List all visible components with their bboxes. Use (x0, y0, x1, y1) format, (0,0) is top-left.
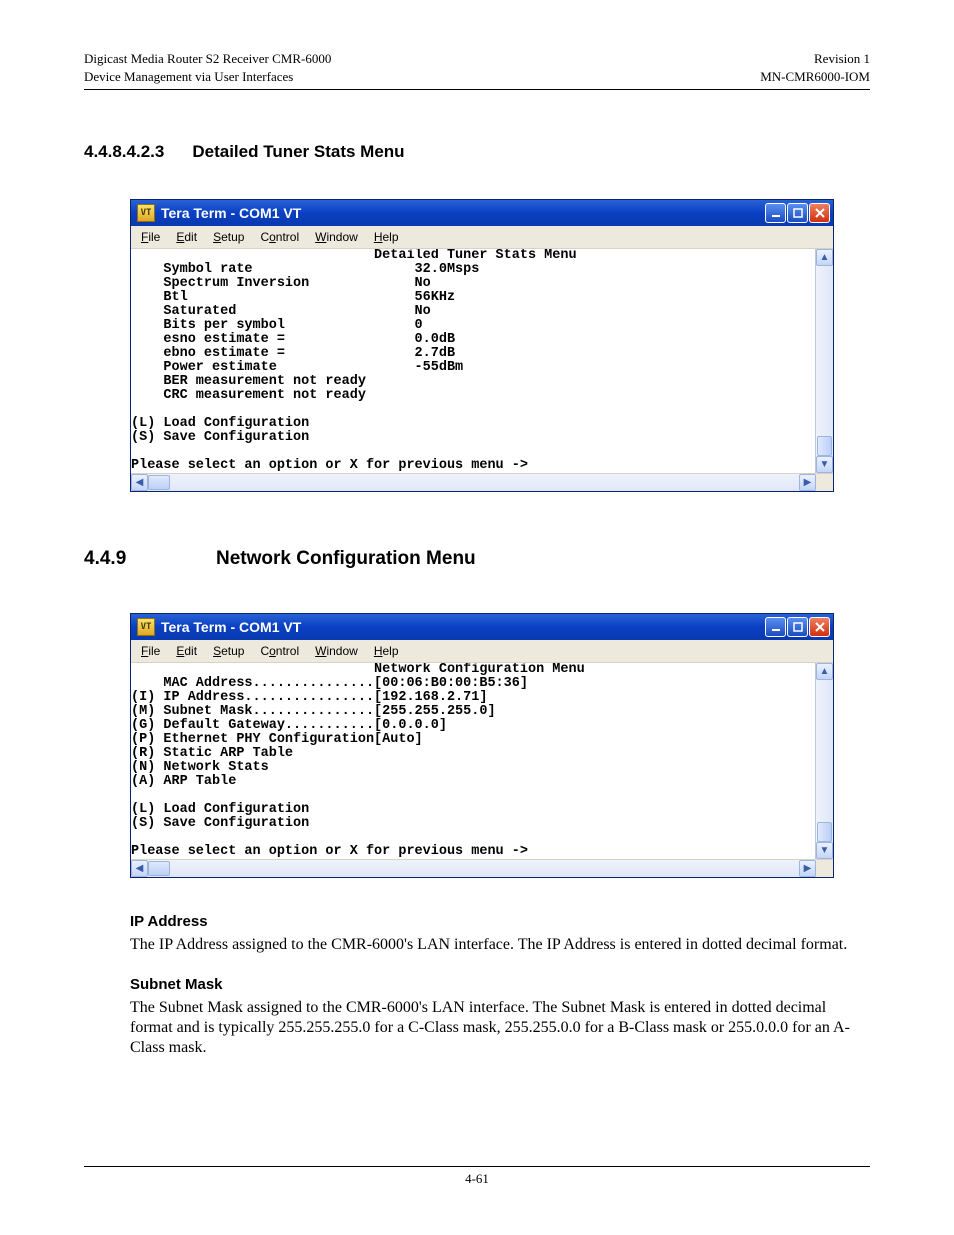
window-title: Tera Term - COM1 VT (161, 619, 301, 635)
menu-edit[interactable]: Edit (170, 642, 203, 660)
menu-setup[interactable]: Setup (207, 228, 250, 246)
scroll-thumb[interactable] (817, 436, 832, 456)
close-button[interactable] (809, 617, 830, 637)
terminal-output-tuner[interactable]: Detailed Tuner Stats Menu Symbol rate 32… (131, 249, 815, 473)
scroll-left-button[interactable]: ◀ (131, 860, 148, 877)
minimize-button[interactable] (765, 617, 786, 637)
menu-window[interactable]: Window (309, 228, 364, 246)
hscroll-thumb[interactable] (148, 475, 170, 490)
scroll-down-button[interactable]: ▼ (816, 842, 833, 859)
section-title: Detailed Tuner Stats Menu (192, 142, 404, 162)
menu-control[interactable]: Control (254, 642, 305, 660)
scroll-thumb[interactable] (817, 822, 832, 842)
header-rule (84, 89, 870, 90)
teraterm-icon: VT (137, 204, 155, 222)
teraterm-icon: VT (137, 618, 155, 636)
scroll-right-button[interactable]: ▶ (799, 860, 816, 877)
menu-file[interactable]: File (135, 228, 166, 246)
vertical-scrollbar[interactable]: ▲ ▼ (815, 249, 833, 473)
section-heading-tuner-stats: 4.4.8.4.2.3 Detailed Tuner Stats Menu (84, 142, 870, 162)
header-right-line2: MN-CMR6000-IOM (760, 69, 870, 84)
teraterm-window-tuner: VT Tera Term - COM1 VT File Edit Setup C… (130, 199, 834, 492)
resize-grip[interactable] (816, 474, 833, 491)
menu-setup[interactable]: Setup (207, 642, 250, 660)
menu-help[interactable]: Help (368, 642, 405, 660)
body-text: IP Address The IP Address assigned to th… (130, 912, 870, 1059)
menu-file[interactable]: File (135, 642, 166, 660)
menubar: File Edit Setup Control Window Help (131, 640, 833, 663)
terminal-output-network[interactable]: Network Configuration Menu MAC Address..… (131, 663, 815, 859)
menu-help[interactable]: Help (368, 228, 405, 246)
section-number: 4.4.9 (84, 548, 188, 570)
scroll-right-button[interactable]: ▶ (799, 474, 816, 491)
section-title: Network Configuration Menu (216, 548, 476, 570)
footer-rule (84, 1166, 870, 1167)
subnet-mask-description: The Subnet Mask assigned to the CMR-6000… (130, 998, 870, 1059)
section-heading-network-config: 4.4.9 Network Configuration Menu (84, 548, 870, 570)
ip-address-heading: IP Address (130, 913, 208, 930)
scroll-down-button[interactable]: ▼ (816, 456, 833, 473)
window-titlebar[interactable]: VT Tera Term - COM1 VT (130, 199, 834, 226)
menu-edit[interactable]: Edit (170, 228, 203, 246)
header-left-line2: Device Management via User Interfaces (84, 69, 293, 84)
subnet-mask-heading: Subnet Mask (130, 976, 223, 993)
menubar: File Edit Setup Control Window Help (131, 226, 833, 249)
page-header: Digicast Media Router S2 Receiver CMR-60… (84, 50, 870, 85)
hscroll-thumb[interactable] (148, 861, 170, 876)
menu-window[interactable]: Window (309, 642, 364, 660)
maximize-button[interactable] (787, 203, 808, 223)
vertical-scrollbar[interactable]: ▲ ▼ (815, 663, 833, 859)
page-number: 4-61 (465, 1171, 489, 1186)
header-left-line1: Digicast Media Router S2 Receiver CMR-60… (84, 51, 331, 66)
resize-grip[interactable] (816, 860, 833, 877)
menu-control[interactable]: Control (254, 228, 305, 246)
horizontal-scrollbar[interactable]: ◀ ▶ (131, 473, 833, 491)
close-button[interactable] (809, 203, 830, 223)
minimize-button[interactable] (765, 203, 786, 223)
maximize-button[interactable] (787, 617, 808, 637)
page-footer: 4-61 (84, 1166, 870, 1187)
horizontal-scrollbar[interactable]: ◀ ▶ (131, 859, 833, 877)
header-right-line1: Revision 1 (814, 51, 870, 66)
ip-address-description: The IP Address assigned to the CMR-6000'… (130, 935, 870, 955)
window-titlebar[interactable]: VT Tera Term - COM1 VT (130, 613, 834, 640)
window-title: Tera Term - COM1 VT (161, 205, 301, 221)
section-number: 4.4.8.4.2.3 (84, 142, 164, 162)
scroll-up-button[interactable]: ▲ (816, 663, 833, 680)
scroll-left-button[interactable]: ◀ (131, 474, 148, 491)
teraterm-window-network: VT Tera Term - COM1 VT File Edit Setup C… (130, 613, 834, 878)
scroll-up-button[interactable]: ▲ (816, 249, 833, 266)
